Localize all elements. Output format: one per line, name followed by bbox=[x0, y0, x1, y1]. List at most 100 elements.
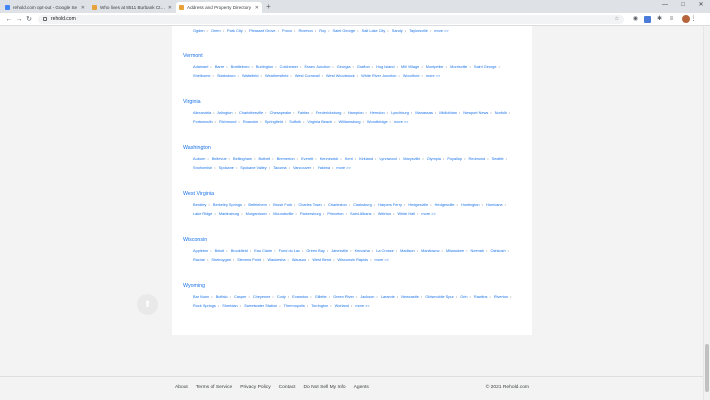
city-link[interactable]: Yakima bbox=[317, 166, 330, 170]
city-link[interactable]: Rawlins bbox=[474, 295, 487, 299]
city-link[interactable]: Brush Fork bbox=[273, 203, 292, 207]
city-link[interactable]: Olympia bbox=[427, 157, 441, 161]
city-link[interactable]: Brattleboro bbox=[231, 65, 250, 69]
city-link[interactable]: Brookfield bbox=[231, 249, 248, 253]
city-link[interactable]: West Bend bbox=[312, 258, 331, 262]
city-link[interactable]: Kirkland bbox=[359, 157, 373, 161]
city-link[interactable]: Laramie bbox=[381, 295, 395, 299]
browser-tab[interactable]: rehold.com opt-out - Google Se ✕ bbox=[2, 2, 88, 13]
city-link[interactable]: Essex Junction bbox=[304, 65, 330, 69]
city-link[interactable]: Orem bbox=[211, 29, 221, 33]
city-link[interactable]: Oldsmobile Spur bbox=[425, 295, 453, 299]
city-link[interactable]: Adamant bbox=[193, 65, 208, 69]
state-link[interactable]: Virginia bbox=[183, 99, 523, 105]
city-link[interactable]: Charles Town bbox=[298, 203, 321, 207]
city-link[interactable]: Saint George bbox=[333, 29, 356, 33]
city-link[interactable]: Morrisville bbox=[450, 65, 467, 69]
close-window-icon[interactable]: ✕ bbox=[692, 0, 710, 11]
city-link[interactable]: Charleston bbox=[328, 203, 347, 207]
city-link[interactable]: Gillette bbox=[315, 295, 327, 299]
city-link[interactable]: White Hall bbox=[397, 212, 415, 216]
more-cities-link[interactable]: more >> bbox=[421, 212, 435, 216]
new-tab-button[interactable]: + bbox=[263, 2, 274, 13]
city-link[interactable]: Cody bbox=[277, 295, 286, 299]
city-link[interactable]: Worland bbox=[335, 304, 349, 308]
city-link[interactable]: Eau Claire bbox=[254, 249, 272, 253]
city-link[interactable]: Waitsfield bbox=[242, 74, 259, 78]
city-link[interactable]: Mill Village bbox=[401, 65, 419, 69]
city-link[interactable]: Tacoma bbox=[273, 166, 286, 170]
city-link[interactable]: White River Junction bbox=[361, 74, 396, 78]
city-link[interactable]: Beloit bbox=[215, 249, 225, 253]
city-link[interactable]: Hedgesville bbox=[435, 203, 455, 207]
city-link[interactable]: Herndon bbox=[370, 111, 385, 115]
city-link[interactable]: Richmond bbox=[219, 120, 236, 124]
back-icon[interactable]: ← bbox=[4, 16, 14, 23]
city-link[interactable]: Montpelier bbox=[426, 65, 444, 69]
city-link[interactable]: Ogden bbox=[193, 29, 205, 33]
city-link[interactable]: Manassas bbox=[415, 111, 433, 115]
city-link[interactable]: Bar Nunn bbox=[193, 295, 209, 299]
city-link[interactable]: Provo bbox=[282, 29, 292, 33]
city-link[interactable]: Hampton bbox=[348, 111, 364, 115]
city-link[interactable]: West Woodstock bbox=[326, 74, 355, 78]
city-link[interactable]: Starksboro bbox=[217, 74, 236, 78]
city-link[interactable]: Williamsburg bbox=[339, 120, 361, 124]
footer-link-do-not-sell[interactable]: Do Not Sell My Info bbox=[304, 385, 346, 390]
more-cities-link[interactable]: more >> bbox=[394, 120, 408, 124]
city-link[interactable]: Fredericksburg bbox=[316, 111, 342, 115]
city-link[interactable]: Barre bbox=[215, 65, 224, 69]
city-link[interactable]: Torrington bbox=[311, 304, 328, 308]
city-link[interactable]: Appleton bbox=[193, 249, 208, 253]
page-scrollbar[interactable] bbox=[703, 26, 710, 400]
city-link[interactable]: West Cornwall bbox=[295, 74, 320, 78]
more-cities-link[interactable]: more >> bbox=[434, 29, 448, 33]
city-link[interactable]: Manitowoc bbox=[421, 249, 439, 253]
city-link[interactable]: Oshkosh bbox=[490, 249, 505, 253]
close-tab-icon[interactable]: ✕ bbox=[168, 5, 172, 11]
more-cities-link[interactable]: more >> bbox=[336, 166, 350, 170]
city-link[interactable]: Shelburne bbox=[193, 74, 211, 78]
city-link[interactable]: Salt Lake City bbox=[362, 29, 386, 33]
city-link[interactable]: Kenosha bbox=[355, 249, 370, 253]
city-link[interactable]: Parkersburg bbox=[300, 212, 321, 216]
city-link[interactable]: Marysville bbox=[403, 157, 420, 161]
city-link[interactable]: Bremerton bbox=[277, 157, 295, 161]
city-link[interactable]: Charlottesville bbox=[239, 111, 263, 115]
city-link[interactable]: Rock Springs bbox=[193, 304, 216, 308]
city-link[interactable]: Seattle bbox=[492, 157, 504, 161]
city-link[interactable]: Roy bbox=[319, 29, 326, 33]
scrollbar-thumb[interactable] bbox=[705, 344, 709, 392]
footer-link-contact[interactable]: Contact bbox=[279, 385, 296, 390]
city-link[interactable]: Alexandria bbox=[193, 111, 211, 115]
close-tab-icon[interactable]: ✕ bbox=[81, 5, 85, 11]
city-link[interactable]: Sandy bbox=[392, 29, 403, 33]
browser-tab[interactable]: Who lives at 8511 Burbank Ct, Y ✕ bbox=[89, 2, 175, 13]
city-link[interactable]: Sweetwater Station bbox=[244, 304, 277, 308]
city-link[interactable]: Vancouver bbox=[293, 166, 311, 170]
city-link[interactable]: La Crosse bbox=[376, 249, 394, 253]
extension-icon[interactable] bbox=[644, 15, 651, 23]
media-icon[interactable]: ≡ bbox=[668, 16, 675, 23]
city-link[interactable]: Kent bbox=[345, 157, 353, 161]
city-link[interactable]: Redmond bbox=[469, 157, 486, 161]
more-cities-link[interactable]: more >> bbox=[426, 74, 440, 78]
city-link[interactable]: Martinsburg bbox=[219, 212, 239, 216]
city-link[interactable]: Harpers Ferry bbox=[378, 203, 402, 207]
city-link[interactable]: Fairfax bbox=[298, 111, 310, 115]
city-link[interactable]: Newport News bbox=[463, 111, 488, 115]
address-bar[interactable]: rehold.com ☆ bbox=[38, 14, 624, 24]
city-link[interactable]: Puyallup bbox=[447, 157, 462, 161]
city-link[interactable]: Woodbridge bbox=[367, 120, 388, 124]
reload-icon[interactable]: ↻ bbox=[24, 15, 34, 23]
more-cities-link[interactable]: more >> bbox=[375, 258, 389, 262]
city-link[interactable]: Casper bbox=[234, 295, 246, 299]
city-link[interactable]: Suffolk bbox=[289, 120, 301, 124]
city-link[interactable]: Portsmouth bbox=[193, 120, 213, 124]
city-link[interactable]: Buffalo bbox=[216, 295, 228, 299]
city-link[interactable]: Milwaukee bbox=[446, 249, 464, 253]
city-link[interactable]: Madison bbox=[400, 249, 415, 253]
city-link[interactable]: Princeton bbox=[327, 212, 343, 216]
city-link[interactable]: Snohomish bbox=[193, 166, 212, 170]
city-link[interactable]: Morgantown bbox=[246, 212, 267, 216]
